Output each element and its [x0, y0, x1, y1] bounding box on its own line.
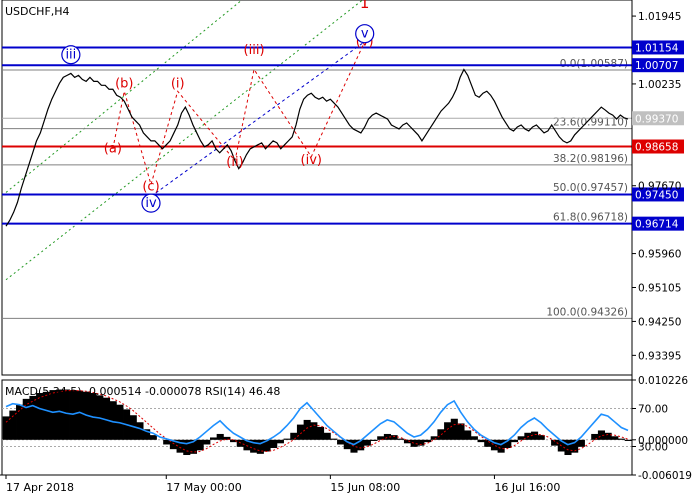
wave-label-(i): (i) [171, 77, 185, 92]
macd-hist-bar [624, 439, 632, 441]
macd-hist-bar [317, 426, 325, 440]
macd-hist-bar [209, 437, 218, 440]
macd-hist-bar [203, 439, 211, 445]
macd-hist-bar [36, 393, 44, 440]
macd-hist-bar [430, 436, 438, 440]
wave-label-iii: iii [65, 48, 76, 63]
macd-rsi-label: MACD(5,34,5) -0.000514 -0.000078 RSI(14)… [5, 385, 280, 398]
fib-level-label: 50.0(0.97457) [553, 182, 628, 194]
wave-label-v: v [361, 27, 369, 42]
macd-hist-bar [517, 436, 525, 440]
macd-hist-bar [276, 439, 284, 444]
macd-hist-bar [296, 424, 305, 440]
symbol-label: USDCHF,H4 [5, 5, 70, 18]
ind-y-tick-label: 0.010226 [638, 375, 688, 387]
macd-hist-bar [424, 439, 432, 443]
macd-hist-bar [9, 410, 17, 440]
macd-hist-bar [16, 404, 24, 440]
macd-hist-bar [464, 430, 472, 440]
macd-hist-bar [149, 435, 157, 440]
usdchf-chart: 0.0(1.00587)23.6(0.99110)38.2(0.98196)50… [0, 0, 692, 494]
level-price-label: 0.96714 [635, 219, 679, 231]
fib-level-label: 61.8(0.96718) [553, 211, 628, 223]
channel-upper-line [5, 0, 243, 193]
macd-hist-bar [564, 439, 572, 456]
macd-hist-bar [457, 423, 465, 440]
level-price-label: 0.98658 [635, 142, 678, 154]
wave-label-(b): (b) [115, 76, 133, 91]
x-tick-label: 15 Jun 08:00 [330, 481, 400, 494]
macd-hist-bar [370, 439, 378, 441]
macd-hist-bar [22, 398, 30, 440]
wave-label-(a): (a) [104, 141, 122, 156]
price-pane: 0.0(1.00587)23.6(0.99110)38.2(0.98196)50… [1, 0, 633, 376]
macd-hist-bar [196, 439, 204, 451]
macd-hist-bar [363, 439, 371, 446]
wave-label-(ii): (ii) [226, 155, 243, 170]
macd-hist-bar [617, 438, 626, 440]
macd-hist-bar [591, 433, 599, 440]
x-tick-label: 16 Jul 16:00 [494, 481, 560, 494]
y-tick-label: 0.94250 [638, 316, 681, 328]
macd-hist-bar [604, 432, 612, 440]
wave-label-(iii): (iii) [244, 43, 265, 58]
macd-hist-bar [216, 433, 224, 440]
y-tick-label: 0.95960 [638, 249, 681, 261]
y-tick-label: 1.01945 [638, 11, 681, 23]
x-tick-label: 17 May 00:00 [166, 481, 241, 494]
macd-hist-bar [397, 438, 405, 440]
price-series-line [5, 68, 629, 227]
macd-hist-bar [29, 395, 37, 440]
wave-label-iv: iv [145, 196, 157, 211]
macd-hist-bar [611, 436, 619, 440]
macd-hist-bar [42, 391, 50, 440]
y-tick-label: 0.93395 [638, 350, 681, 362]
macd-hist-bar [510, 439, 519, 443]
macd-hist-bar [497, 439, 505, 453]
ind-y-tick-label: 70.00 [638, 404, 668, 416]
fib-level-label: 100.0(0.94326) [546, 306, 628, 318]
ind-y-tick-label: 30.00 [638, 442, 668, 454]
macd-hist-bar [323, 432, 331, 440]
macd-hist-bar [350, 439, 358, 453]
x-tick-label: 17 Apr 2018 [6, 481, 74, 494]
y-tick-label: 1.00235 [638, 79, 681, 91]
macd-hist-bar [283, 438, 291, 440]
ind-y-tick-label: -0.006019 [638, 470, 692, 482]
y-tick-label: 0.97670 [638, 181, 681, 193]
macd-hist-bar [337, 439, 345, 445]
macd-hist-bar [76, 390, 84, 440]
macd-hist-bar [270, 439, 278, 448]
macd-hist-bar [577, 439, 585, 447]
y-tick-label: 0.95105 [638, 283, 681, 295]
macd-hist-bar [470, 436, 478, 440]
wave-label-1: 1 [360, 0, 370, 12]
macd-hist-bar [477, 439, 485, 443]
macd-hist-bar [330, 438, 338, 440]
wave-label-(iv): (iv) [301, 153, 322, 168]
current-price-label: 0.99370 [635, 113, 678, 125]
level-price-label: 1.01154 [635, 42, 679, 54]
fib-level-label: 0.0(1.00587) [560, 58, 628, 70]
macd-hist-bar [450, 418, 458, 440]
macd-hist-bar [2, 416, 10, 440]
macd-hist-bar [163, 439, 171, 445]
wave-label-(c): (c) [142, 179, 159, 194]
fib-level-label: 38.2(0.98196) [553, 153, 628, 165]
macd-hist-bar [290, 432, 298, 440]
macd-hist-bar [136, 422, 144, 440]
level-price-label: 1.00707 [635, 60, 678, 72]
